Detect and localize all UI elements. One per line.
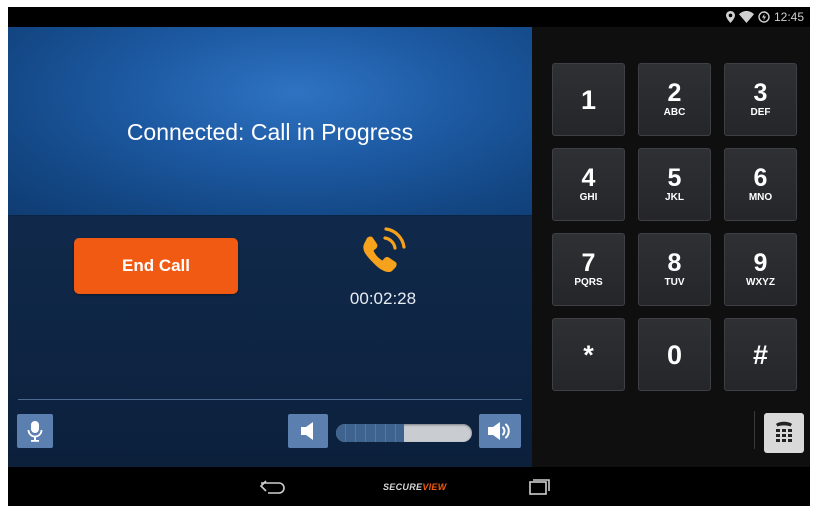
- data-saver-icon: [758, 11, 770, 23]
- key-letters: PQRS: [574, 277, 603, 288]
- speaker-low-icon: [301, 422, 313, 440]
- key-letters: DEF: [750, 107, 771, 118]
- key-letters: MNO: [748, 192, 773, 203]
- key-digit: 3: [753, 79, 768, 107]
- controls-divider: [18, 399, 522, 400]
- key-star[interactable]: *: [552, 318, 625, 391]
- call-status-banner: Connected: Call in Progress: [8, 27, 532, 216]
- key-letters: WXYZ: [746, 277, 775, 288]
- key-digit: 4: [581, 164, 596, 192]
- navigation-bar: SECUREVIEW: [8, 467, 810, 506]
- key-3[interactable]: 3 DEF: [724, 63, 797, 136]
- call-panel: Connected: Call in Progress End Call 00:…: [8, 27, 532, 467]
- key-0[interactable]: 0: [638, 318, 711, 391]
- brand-main-text: SECURE: [383, 482, 423, 492]
- key-9[interactable]: 9 WXYZ: [724, 233, 797, 306]
- call-status-text: Connected: Call in Progress: [126, 119, 414, 145]
- dialpad-toggle-button[interactable]: [764, 413, 804, 453]
- key-4[interactable]: 4 GHI: [552, 148, 625, 221]
- volume-up-button[interactable]: [479, 414, 521, 448]
- mute-button[interactable]: [17, 414, 53, 448]
- wifi-icon: [738, 11, 754, 23]
- recent-apps-icon[interactable]: [528, 478, 552, 496]
- key-1[interactable]: 1: [552, 63, 625, 136]
- status-bar: 12:45: [8, 7, 810, 27]
- key-5[interactable]: 5 JKL: [638, 148, 711, 221]
- key-letters: GHI: [579, 192, 598, 203]
- volume-down-button[interactable]: [288, 414, 328, 448]
- key-8[interactable]: 8 TUV: [638, 233, 711, 306]
- key-digit: *: [583, 339, 594, 370]
- keypad-panel: 1 2 ABC 3 DEF 4 GHI 5 JKL 6 MNO 7 PQRS 8 TUV 9 WXYZ * 0 #: [532, 27, 810, 467]
- microphone-icon: [27, 421, 43, 442]
- back-icon[interactable]: [258, 479, 288, 495]
- device-screen: 12:45 Connected: Call in Progress End Ca…: [8, 7, 810, 506]
- speaker-high-icon: [488, 422, 510, 440]
- status-time: 12:45: [773, 10, 804, 24]
- key-digit: 1: [580, 84, 597, 115]
- key-digit: 6: [753, 164, 768, 192]
- dialpad-icon: [776, 421, 792, 442]
- key-6[interactable]: 6 MNO: [724, 148, 797, 221]
- call-timer: 00:02:28: [349, 289, 417, 308]
- key-letters: ABC: [663, 107, 686, 118]
- location-icon: [725, 11, 735, 23]
- volume-slider[interactable]: [336, 424, 472, 442]
- volume-level-fill: [336, 424, 404, 442]
- key-pound[interactable]: #: [724, 318, 797, 391]
- key-digit: #: [752, 339, 769, 370]
- key-letters: JKL: [665, 192, 684, 203]
- phone-ringing-icon: [363, 227, 406, 273]
- status-icons: 12:45: [725, 9, 804, 25]
- keypad-divider: [754, 411, 755, 449]
- key-digit: 5: [667, 164, 682, 192]
- key-digit: 8: [667, 249, 682, 277]
- key-digit: 7: [581, 249, 596, 277]
- end-call-button[interactable]: End Call: [74, 238, 238, 294]
- brand-accent-text: VIEW: [422, 482, 447, 492]
- key-letters: TUV: [664, 277, 685, 288]
- key-digit: 0: [666, 339, 683, 370]
- key-digit: 9: [753, 249, 768, 277]
- brand-logo: SECUREVIEW: [383, 482, 447, 492]
- key-7[interactable]: 7 PQRS: [552, 233, 625, 306]
- key-digit: 2: [667, 79, 682, 107]
- key-2[interactable]: 2 ABC: [638, 63, 711, 136]
